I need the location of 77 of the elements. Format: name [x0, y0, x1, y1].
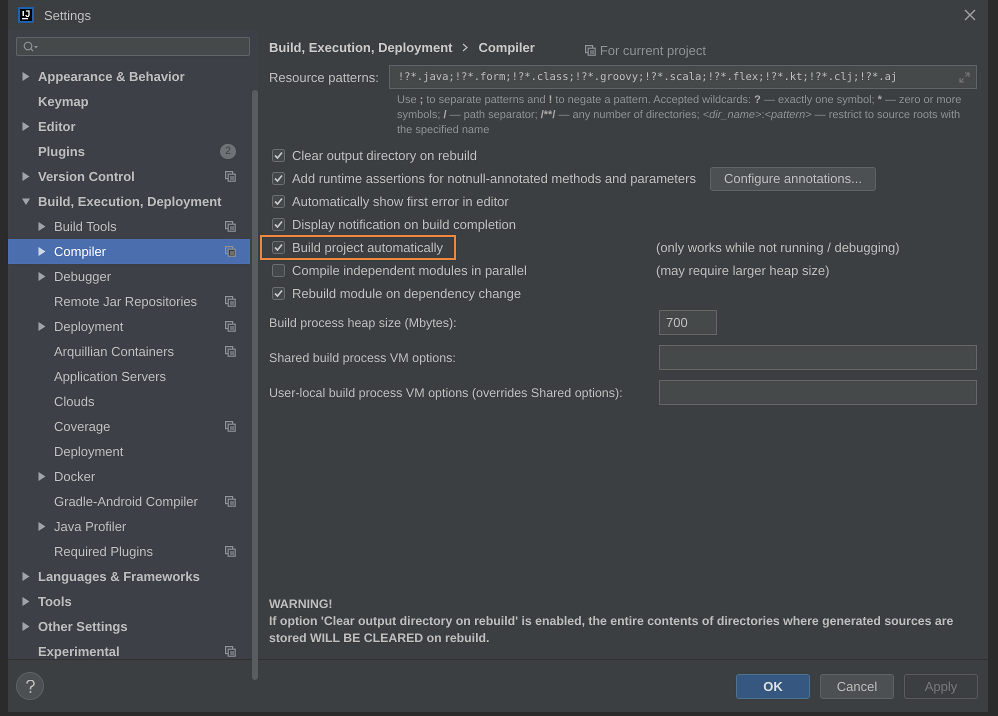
scope-label: For current project	[600, 42, 706, 58]
warning-text: If option 'Clear output directory on rebuild' is enabled, the entire contents of directories where generated sources are stored WILL BE CLEARED on rebuild.	[269, 613, 954, 647]
window-title: Settings	[44, 8, 92, 22]
collapsed-arrow-icon[interactable]	[38, 522, 46, 531]
option-note: (only works while not running / debugging)	[656, 240, 901, 255]
sidebar-item[interactable]: Remote Jar Repositories	[8, 289, 250, 314]
collapsed-arrow-icon[interactable]	[38, 322, 46, 331]
sidebar-item[interactable]: Build, Execution, Deployment	[8, 189, 250, 214]
copy-icon	[584, 44, 596, 56]
field-label: Build process heap size (Mbytes):	[269, 316, 458, 330]
breadcrumb-item: Compiler	[478, 40, 535, 54]
input-field[interactable]	[659, 345, 977, 370]
search-icon	[23, 40, 39, 52]
field-label: Resource patterns:	[269, 70, 379, 84]
ok-button[interactable]: OK	[736, 674, 810, 698]
checkbox-label[interactable]: Compile independent modules in parallel	[292, 263, 527, 278]
sidebar-item[interactable]: Arquillian Containers	[8, 339, 250, 364]
checkbox[interactable]	[272, 218, 285, 231]
sidebar-item[interactable]: Languages & Frameworks	[8, 564, 250, 589]
resource-patterns-field[interactable]: !?*.java;!?*.form;!?*.class;!?*.groovy;!?*.scala;!?*.flex;!?*.kt;!?*.clj;!?*.aj	[388, 65, 977, 89]
close-icon[interactable]	[964, 9, 976, 21]
sidebar-item[interactable]: Build Tools	[8, 214, 250, 239]
sidebar-item[interactable]: Gradle-Android Compiler	[8, 489, 250, 514]
sidebar-item[interactable]: Compiler	[8, 239, 250, 264]
collapsed-arrow-icon[interactable]	[22, 122, 30, 131]
sidebar-item[interactable]: Docker	[8, 464, 250, 489]
collapsed-arrow-icon[interactable]	[38, 472, 46, 481]
checkbox[interactable]	[272, 149, 285, 162]
input-field[interactable]	[659, 380, 977, 405]
collapsed-arrow-icon[interactable]	[38, 247, 46, 256]
sidebar-item[interactable]: Debugger	[8, 264, 250, 289]
sidebar-item[interactable]: Keymap	[8, 89, 250, 114]
sidebar-item[interactable]: Tools	[8, 589, 250, 614]
checkbox[interactable]	[272, 287, 285, 300]
app-logo-icon	[18, 7, 34, 23]
collapsed-arrow-icon[interactable]	[38, 222, 46, 231]
search-field[interactable]	[16, 37, 250, 56]
checkbox-label[interactable]: Automatically show first error in editor	[292, 194, 509, 209]
checkbox-label[interactable]: Build project automatically	[292, 240, 444, 255]
sidebar-item[interactable]: Experimental	[8, 639, 250, 664]
checkbox[interactable]	[272, 241, 285, 254]
help-icon[interactable]	[16, 672, 44, 700]
checkbox-label[interactable]: Add runtime assertions for notnull-annotated methods and parameters	[292, 171, 696, 186]
cancel-button[interactable]: Cancel	[820, 674, 894, 698]
sidebar-item[interactable]: Deployment	[8, 439, 250, 464]
warning-title: WARNING!	[269, 596, 334, 613]
checkbox[interactable]	[272, 172, 285, 185]
collapsed-arrow-icon[interactable]	[22, 622, 30, 631]
collapsed-arrow-icon[interactable]	[22, 572, 30, 581]
checkbox-label[interactable]: Display notification on build completion	[292, 217, 516, 232]
collapsed-arrow-icon[interactable]	[22, 597, 30, 606]
checkbox[interactable]	[272, 195, 285, 208]
checkbox-label[interactable]: Clear output directory on rebuild	[292, 148, 477, 163]
expanded-arrow-icon[interactable]	[22, 197, 30, 206]
sidebar-item[interactable]: Deployment	[8, 314, 250, 339]
sidebar-item[interactable]: Appearance & Behavior	[8, 64, 250, 89]
sidebar-item[interactable]: Other Settings	[8, 614, 250, 639]
checkbox[interactable]	[272, 264, 285, 277]
sidebar-item[interactable]: Application Servers	[8, 364, 250, 389]
sidebar-item[interactable]: Required Plugins	[8, 539, 250, 564]
sidebar-item[interactable]: Version Control	[8, 164, 250, 189]
breadcrumb-item[interactable]: Build, Execution, Deployment	[269, 40, 452, 54]
collapsed-arrow-icon[interactable]	[22, 172, 30, 181]
collapsed-arrow-icon[interactable]	[38, 272, 46, 281]
sidebar-item[interactable]: Coverage	[8, 414, 250, 439]
scrollbar[interactable]	[252, 90, 258, 680]
help-text: Use ; to separate patterns and ! to negate a pattern. Accepted wildcards: ? — exactly one symbol; * — zero or more symbols; / — path separator; /**/ — any number of directories; <dir_name>:<pattern> — restrict to source roots with the specified name	[397, 93, 962, 138]
sidebar-item[interactable]: Editor	[8, 114, 250, 139]
sidebar-item[interactable]: Clouds	[8, 389, 250, 414]
field-label: User-local build process VM options (overrides Shared options):	[269, 386, 624, 400]
checkbox-label[interactable]: Rebuild module on dependency change	[292, 286, 522, 301]
configure-button[interactable]: Configure annotations...	[710, 166, 876, 190]
field-label: Shared build process VM options:	[269, 350, 457, 364]
collapsed-arrow-icon[interactable]	[22, 72, 30, 81]
option-note: (may require larger heap size)	[656, 263, 830, 278]
input-field[interactable]: 700	[659, 310, 717, 335]
sidebar-item[interactable]: Java Profiler	[8, 514, 250, 539]
